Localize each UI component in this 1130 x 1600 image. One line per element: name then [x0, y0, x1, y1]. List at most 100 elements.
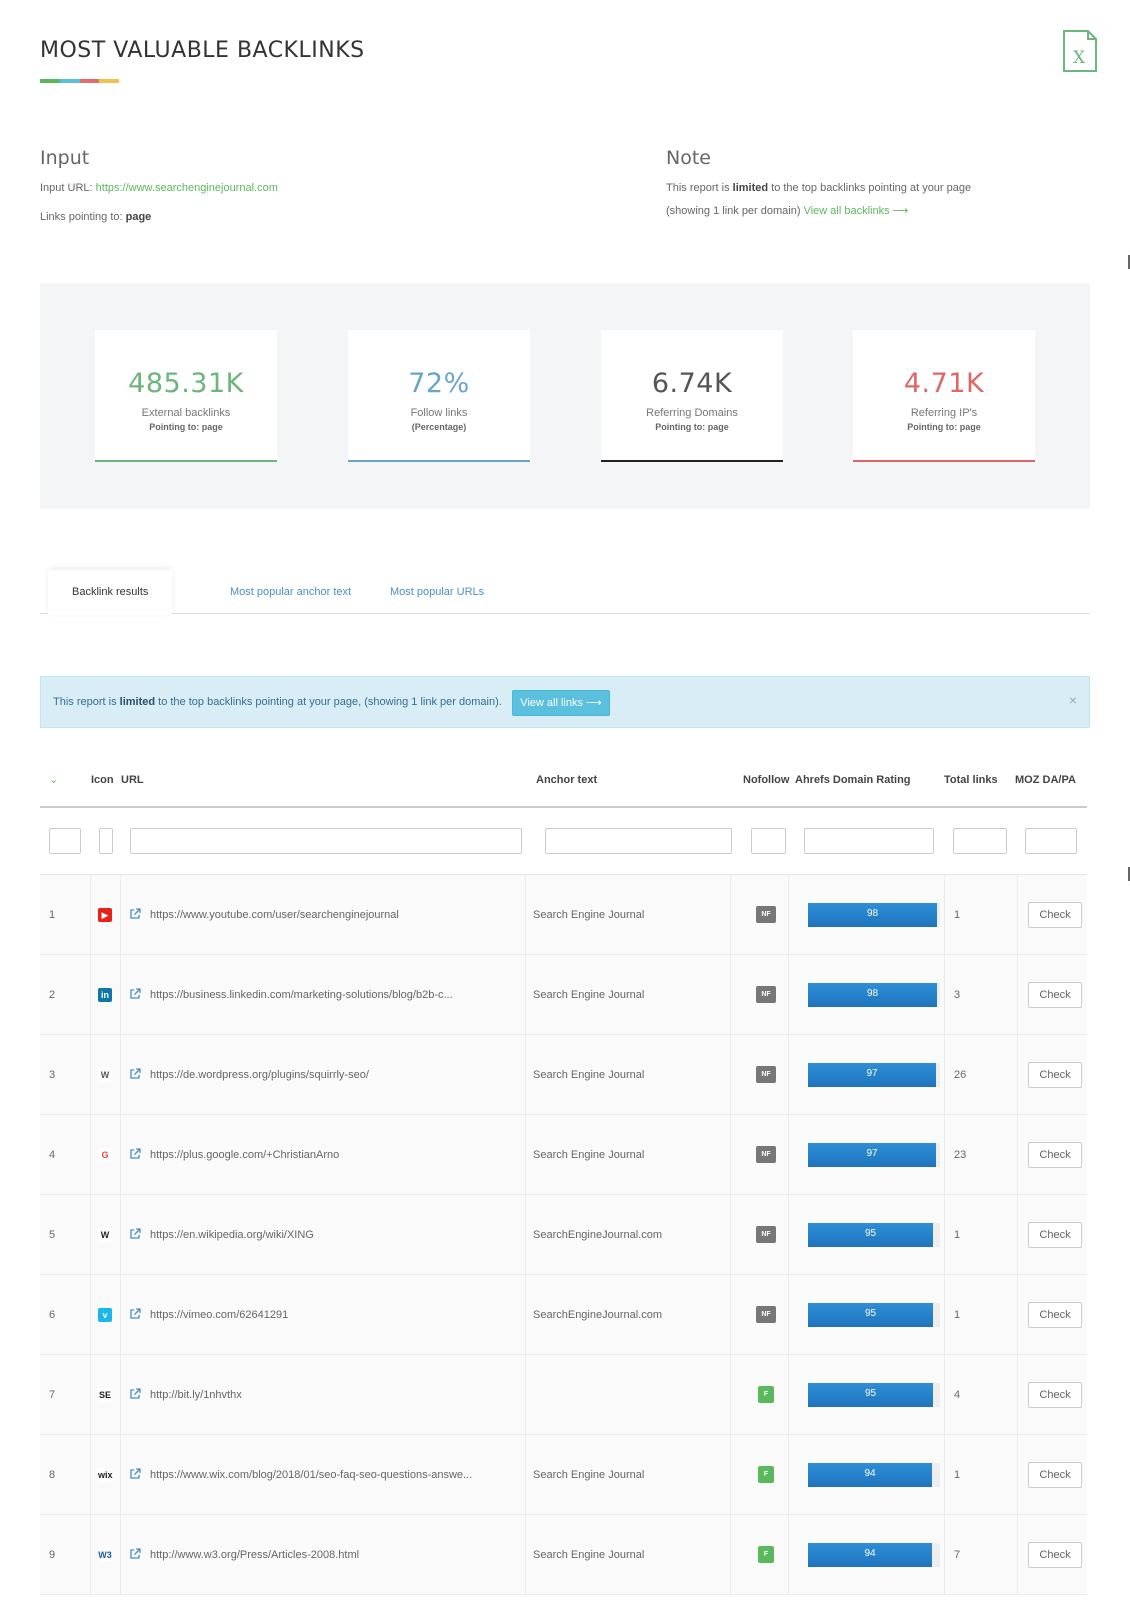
- external-link-icon[interactable]: [129, 1228, 141, 1240]
- filter-nofollow-input[interactable]: [751, 828, 786, 854]
- moz-check-button[interactable]: Check: [1028, 1142, 1082, 1168]
- backlink-url[interactable]: https://en.wikipedia.org/wiki/XING: [150, 1195, 314, 1275]
- external-link-icon[interactable]: [129, 1468, 141, 1480]
- backlink-url[interactable]: https://vimeo.com/62641291: [150, 1275, 288, 1355]
- stat-card-follow-links: 72% Follow links (Percentage): [348, 330, 530, 462]
- col-anchor-text[interactable]: Anchor text: [536, 774, 597, 786]
- row-number: 3: [49, 1069, 56, 1081]
- view-all-links-button[interactable]: View all links ⟶: [512, 690, 610, 716]
- column-divider: [944, 1275, 945, 1355]
- column-divider: [525, 875, 526, 955]
- anchor-text: SearchEngineJournal.com: [533, 1229, 663, 1241]
- tab-popular-anchor-text[interactable]: Most popular anchor text: [206, 570, 375, 614]
- column-divider: [90, 1355, 91, 1435]
- external-link-icon[interactable]: [129, 1308, 141, 1320]
- svg-text:X: X: [1073, 48, 1086, 68]
- excel-icon[interactable]: X: [1062, 30, 1098, 72]
- stat-underline: [95, 460, 277, 462]
- filter-url-input[interactable]: [130, 828, 522, 854]
- backlink-url[interactable]: https://www.youtube.com/user/searchengin…: [150, 875, 399, 955]
- total-links: 7: [954, 1549, 961, 1561]
- external-link-icon[interactable]: [129, 908, 141, 920]
- domain-rating-value: 95: [864, 1228, 877, 1239]
- view-all-backlinks-link[interactable]: View all backlinks ⟶: [804, 205, 909, 217]
- alert-limited: limited: [119, 696, 156, 708]
- tab-backlink-results[interactable]: Backlink results: [48, 570, 173, 615]
- column-divider: [525, 1435, 526, 1515]
- filter-moz-input[interactable]: [1025, 828, 1077, 854]
- backlink-url[interactable]: https://plus.google.com/+ChristianArno: [150, 1115, 339, 1195]
- moz-check-button[interactable]: Check: [1028, 1222, 1082, 1248]
- moz-check-button[interactable]: Check: [1028, 1542, 1082, 1568]
- nofollow-badge: NF: [756, 1226, 776, 1243]
- column-divider: [120, 1195, 121, 1275]
- column-divider: [730, 955, 731, 1035]
- filter-num-input[interactable]: [49, 828, 81, 854]
- youtube-icon: ▶: [98, 908, 112, 922]
- col-nofollow[interactable]: Nofollow: [743, 774, 789, 786]
- column-divider: [1017, 1035, 1018, 1115]
- moz-check-button[interactable]: Check: [1028, 1462, 1082, 1488]
- domain-rating-bar: 95: [808, 1383, 940, 1407]
- column-divider: [944, 1195, 945, 1275]
- col-icon[interactable]: Icon: [91, 774, 114, 786]
- col-moz[interactable]: MOZ DA/PA: [1015, 774, 1076, 786]
- external-link-icon[interactable]: [129, 1148, 141, 1160]
- column-divider: [730, 1115, 731, 1195]
- external-link-icon[interactable]: [129, 1068, 141, 1080]
- col-total-links[interactable]: Total links: [944, 774, 998, 786]
- input-url-link[interactable]: https://www.searchenginejournal.com: [96, 182, 278, 194]
- close-icon[interactable]: ×: [1069, 692, 1077, 708]
- filter-icon-input[interactable]: [99, 828, 113, 854]
- external-link-icon[interactable]: [129, 1548, 141, 1560]
- chevron-down-icon[interactable]: ⌄: [49, 773, 58, 786]
- filter-total-input[interactable]: [953, 828, 1007, 854]
- backlink-url[interactable]: https://de.wordpress.org/plugins/squirrl…: [150, 1035, 369, 1115]
- moz-check-button[interactable]: Check: [1028, 902, 1082, 928]
- column-divider: [944, 1035, 945, 1115]
- filter-anchor-input[interactable]: [545, 828, 732, 854]
- stat-label: External backlinks: [141, 407, 231, 419]
- domain-rating-bar: 94: [808, 1463, 940, 1487]
- column-divider: [525, 1275, 526, 1355]
- note-heading: Note: [666, 147, 711, 169]
- nofollow-badge: F: [758, 1386, 774, 1403]
- col-domain-rating[interactable]: Ahrefs Domain Rating: [795, 774, 911, 786]
- column-divider: [1017, 1115, 1018, 1195]
- anchor-text: Search Engine Journal: [533, 1069, 645, 1081]
- backlink-url[interactable]: http://bit.ly/1nhvthx: [150, 1355, 242, 1435]
- page-title: MOST VALUABLE BACKLINKS: [40, 38, 365, 63]
- column-divider: [730, 1195, 731, 1275]
- filter-dr-input[interactable]: [804, 828, 934, 854]
- column-divider: [525, 1515, 526, 1595]
- column-divider: [120, 1515, 121, 1595]
- table-row: 8 wix https://www.wix.com/blog/2018/01/seo…: [40, 1435, 1087, 1515]
- backlink-url[interactable]: https://www.wix.com/blog/2018/01/seo-faq…: [150, 1435, 472, 1515]
- table-row: 4 Ghttps://plus.google.com/+ChristianArno…: [40, 1115, 1087, 1195]
- total-links: 4: [954, 1389, 961, 1401]
- column-divider: [730, 1435, 731, 1515]
- col-url[interactable]: URL: [121, 774, 144, 786]
- backlink-url[interactable]: http://www.w3.org/Press/Articles-2008.ht…: [150, 1515, 359, 1595]
- column-divider: [525, 1115, 526, 1195]
- alert-message: This report is limited to the top backli…: [53, 696, 502, 708]
- stat-card-referring-ips: 4.71K Referring IP's Pointing to: page: [853, 330, 1035, 462]
- row-number: 4: [49, 1149, 56, 1161]
- column-divider: [944, 955, 945, 1035]
- links-pointing-value: page: [125, 211, 152, 223]
- external-link-icon[interactable]: [129, 988, 141, 1000]
- domain-rating-bar: 98: [808, 983, 940, 1007]
- column-divider: [788, 955, 789, 1035]
- moz-check-button[interactable]: Check: [1028, 1062, 1082, 1088]
- external-link-icon[interactable]: [129, 1388, 141, 1400]
- column-divider: [120, 1035, 121, 1115]
- backlink-url[interactable]: https://business.linkedin.com/marketing-…: [150, 955, 453, 1035]
- total-links: 1: [954, 909, 961, 921]
- moz-check-button[interactable]: Check: [1028, 1302, 1082, 1328]
- row-number: 5: [49, 1229, 56, 1241]
- column-divider: [120, 955, 121, 1035]
- tab-popular-urls[interactable]: Most popular URLs: [366, 570, 508, 614]
- moz-check-button[interactable]: Check: [1028, 982, 1082, 1008]
- moz-check-button[interactable]: Check: [1028, 1382, 1082, 1408]
- column-divider: [788, 1515, 789, 1595]
